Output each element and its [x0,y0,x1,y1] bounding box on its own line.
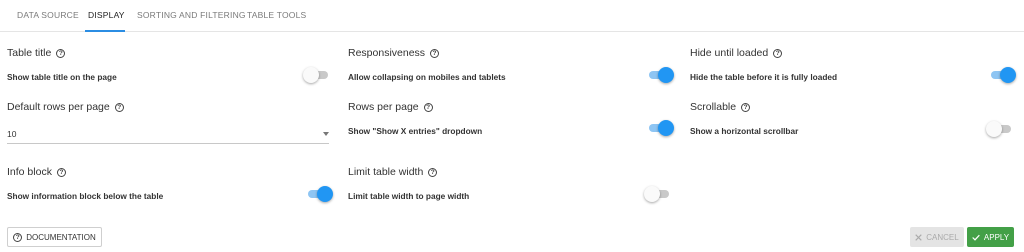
info-block-label: Info block ? [7,166,66,178]
responsiveness-description: Allow collapsing on mobiles and tablets [348,72,506,82]
limit-width-label-text: Limit table width [348,166,424,178]
default-rows-value: 10 [7,129,17,139]
toggle-knob [1000,67,1016,83]
toggle-knob [658,120,674,136]
question-circle-icon[interactable]: ? [114,102,124,112]
scrollable-description: Show a horizontal scrollbar [690,126,799,136]
limit-width-toggle[interactable] [644,186,670,202]
tab-bar: DATA SOURCE DISPLAY SORTING AND FILTERIN… [0,0,1024,32]
toggle-knob [658,67,674,83]
info-block-description: Show information block below the table [7,191,164,201]
rows-per-page-label: Rows per page ? [348,101,433,113]
cancel-button[interactable]: CANCEL [910,227,964,247]
rows-per-page-toggle[interactable] [648,120,674,136]
table-title-toggle[interactable] [303,67,329,83]
table-title-label-text: Table title [7,47,52,59]
toggle-knob [317,186,333,202]
question-circle-icon[interactable]: ? [423,102,433,112]
tab-data-source[interactable]: DATA SOURCE [14,0,82,32]
rows-per-page-description: Show "Show X entries" dropdown [348,126,483,136]
info-block-label-text: Info block [7,166,52,178]
close-icon [915,233,922,241]
question-circle-icon[interactable]: ? [56,167,66,177]
question-circle-icon[interactable]: ? [430,48,440,58]
question-circle-icon[interactable]: ? [773,48,783,58]
limit-width-label: Limit table width ? [348,166,438,178]
hide-until-loaded-toggle[interactable] [990,67,1016,83]
tab-display[interactable]: DISPLAY [85,0,125,32]
default-rows-label: Default rows per page ? [7,101,124,113]
scrollable-label-text: Scrollable [690,101,737,113]
hide-until-loaded-description: Hide the table before it is fully loaded [690,72,838,82]
cancel-button-label: CANCEL [926,232,959,242]
default-rows-select[interactable]: 10 [7,122,329,144]
question-circle-icon[interactable]: ? [56,48,66,58]
check-icon [972,234,980,241]
documentation-button[interactable]: ? DOCUMENTATION [7,227,102,247]
documentation-button-label: DOCUMENTATION [26,232,96,242]
table-title-description: Show table title on the page [7,72,117,82]
question-circle-icon[interactable]: ? [741,102,751,112]
default-rows-label-text: Default rows per page [7,101,110,113]
limit-width-description: Limit table width to page width [348,191,470,201]
apply-button[interactable]: APPLY [967,227,1014,247]
rows-per-page-label-text: Rows per page [348,101,419,113]
responsiveness-label: Responsiveness ? [348,47,440,59]
question-circle-icon: ? [13,232,23,242]
scrollable-label: Scrollable ? [690,101,751,113]
hide-until-loaded-label-text: Hide until loaded [690,47,769,59]
toggle-knob [644,186,660,202]
hide-until-loaded-label: Hide until loaded ? [690,47,783,59]
responsiveness-label-text: Responsiveness [348,47,426,59]
tab-table-tools[interactable]: TABLE TOOLS [244,0,309,32]
question-circle-icon[interactable]: ? [428,167,438,177]
scrollable-toggle[interactable] [986,121,1012,137]
apply-button-label: APPLY [983,232,1010,242]
toggle-knob [303,67,319,83]
info-block-toggle[interactable] [307,186,333,202]
toggle-knob [986,121,1002,137]
tab-sorting-and-filtering[interactable]: SORTING AND FILTERING [134,0,249,32]
caret-down-icon [323,132,329,136]
table-title-label: Table title ? [7,47,66,59]
responsiveness-toggle[interactable] [648,67,674,83]
